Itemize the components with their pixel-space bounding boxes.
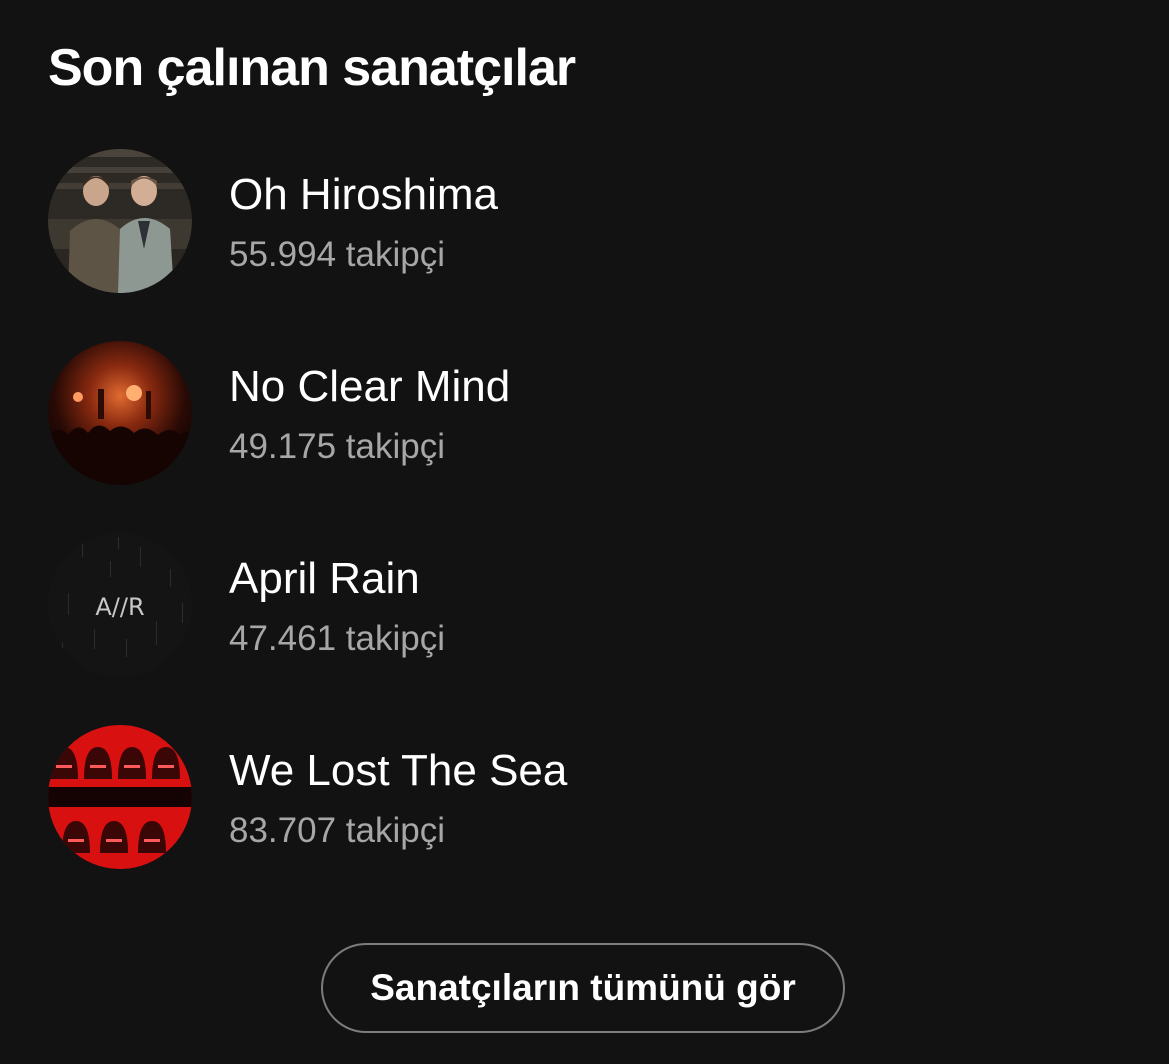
artist-avatar <box>48 725 192 869</box>
artist-name: We Lost The Sea <box>229 746 568 795</box>
see-all-artists-button[interactable]: Sanatçıların tümünü gör <box>321 943 845 1033</box>
artist-avatar <box>48 341 192 485</box>
artist-row[interactable]: We Lost The Sea 83.707 takipçi <box>48 725 1121 871</box>
album-art-image <box>48 725 192 869</box>
artist-avatar: A//R <box>48 533 192 677</box>
artist-followers: 55.994 takipçi <box>229 235 445 274</box>
artist-row[interactable]: No Clear Mind 49.175 takipçi <box>48 341 1121 487</box>
artist-followers: 49.175 takipçi <box>229 427 445 466</box>
artist-name: No Clear Mind <box>229 362 511 411</box>
artist-avatar <box>48 149 192 293</box>
concert-image <box>48 341 192 485</box>
logo-image: A//R <box>48 533 192 677</box>
artist-row[interactable]: Oh Hiroshima 55.994 takipçi <box>48 149 1121 295</box>
artist-name: Oh Hiroshima <box>229 170 498 219</box>
artist-row[interactable]: A//R April Rain 47.461 takipçi <box>48 533 1121 679</box>
artist-logo: A//R <box>95 593 144 621</box>
artist-name: April Rain <box>229 554 420 603</box>
artist-followers: 47.461 takipçi <box>229 619 445 658</box>
artist-list: Oh Hiroshima 55.994 takipçi No Clear Min… <box>0 0 1169 900</box>
band-photo-image <box>48 149 192 293</box>
artist-followers: 83.707 takipçi <box>229 811 445 850</box>
